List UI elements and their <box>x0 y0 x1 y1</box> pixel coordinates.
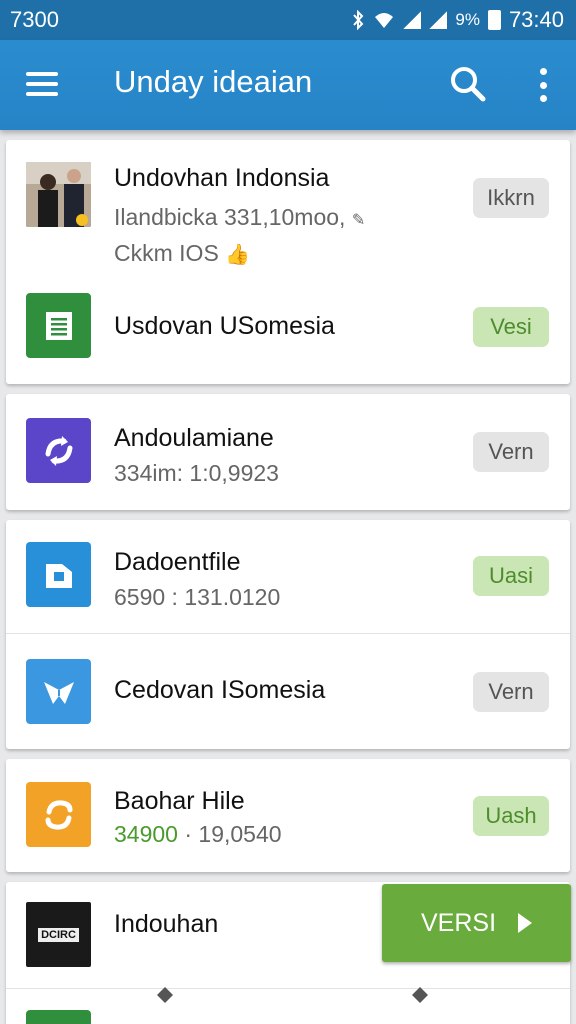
item-action-button[interactable]: Vern <box>473 672 549 712</box>
item-subtitle: 6590 : 131.0120 <box>114 584 281 610</box>
slider-handle-icon[interactable] <box>156 986 174 1004</box>
menu-icon[interactable] <box>26 72 58 96</box>
item-title: Cedovan ISomesia <box>114 676 326 704</box>
item-title: Indouhan <box>114 910 219 938</box>
list-item[interactable]: Baohar Hile 34900 · 19,0540 Uash <box>6 759 570 872</box>
status-left-text: 7300 <box>10 7 59 32</box>
item-subtitle-2: Ckkm IOS 👍 <box>114 240 251 266</box>
edit-icon: ✎ <box>351 212 366 229</box>
item-action-button[interactable]: Ikkrn <box>473 178 549 218</box>
app-card: Baohar Hile 34900 · 19,0540 Uash <box>6 759 570 872</box>
list-item[interactable]: Dadoentfile 6590 : 131.0120 Uasi <box>6 520 570 632</box>
photo-thumbnail <box>26 162 91 227</box>
app-card: Undovhan Indonsia Ilandbicka 331,10moo, … <box>6 140 570 384</box>
slider-handle-icon[interactable] <box>411 986 429 1004</box>
document-icon <box>26 293 91 358</box>
item-subtitle: 334im: 1:0,9923 <box>114 460 279 486</box>
app-card: Andoulamiane 334im: 1:0,9923 Vern <box>6 394 570 510</box>
bird-icon <box>26 659 91 724</box>
play-arrow-icon <box>518 913 533 933</box>
battery-icon <box>487 10 501 30</box>
app-icon <box>26 1010 91 1024</box>
app-card: Dadoentfile 6590 : 131.0120 Uasi Cedovan… <box>6 520 570 749</box>
item-title: Undovhan Indonsia <box>114 164 330 192</box>
app-title: Unday ideaian <box>114 64 313 99</box>
sync-icon <box>26 418 91 483</box>
item-subtitle: Ilandbicka 331,10moo, ✎ <box>114 204 366 230</box>
list-item[interactable]: Andoulamiane 334im: 1:0,9923 Vern <box>6 394 570 510</box>
item-title: Usdovan USomesia <box>114 312 335 340</box>
app-bar: Unday ideaian <box>0 40 576 130</box>
battery-percent: 9% <box>455 10 480 29</box>
thumbnail-label: DCIRC <box>38 927 79 942</box>
divider <box>6 988 570 989</box>
refresh-icon <box>26 782 91 847</box>
item-action-button[interactable]: Vern <box>473 432 549 472</box>
item-title: Andoulamiane <box>114 424 274 452</box>
list-item[interactable]: Usdovan USomesia Vesi <box>6 280 570 380</box>
status-bar: 7300 9% 73:40 <box>0 0 576 40</box>
version-action-label: VERSI <box>420 908 497 937</box>
item-subtitle: 34900 · 19,0540 <box>114 821 282 847</box>
thumb-up-icon: 👍 <box>225 244 251 266</box>
version-action-button[interactable]: VERSI <box>382 884 571 962</box>
signal-icon <box>403 11 422 29</box>
item-action-button[interactable]: Uash <box>473 796 549 836</box>
list-item[interactable]: Undovhan Indonsia Ilandbicka 331,10moo, … <box>6 140 570 270</box>
video-thumbnail: DCIRC <box>26 902 91 967</box>
status-time: 73:40 <box>508 7 564 32</box>
search-icon[interactable] <box>450 66 486 102</box>
more-vert-icon[interactable] <box>538 68 548 102</box>
item-action-button[interactable]: Uasi <box>473 556 549 596</box>
list-item[interactable]: Cedovan ISomesia Vern <box>6 634 570 749</box>
item-title: Baohar Hile <box>114 787 245 815</box>
bluetooth-icon <box>353 10 364 30</box>
wifi-icon <box>375 13 394 28</box>
signal-icon <box>429 11 448 29</box>
item-action-button[interactable]: Vesi <box>473 307 549 347</box>
file-icon <box>26 542 91 607</box>
item-title: Dadoentfile <box>114 548 241 576</box>
